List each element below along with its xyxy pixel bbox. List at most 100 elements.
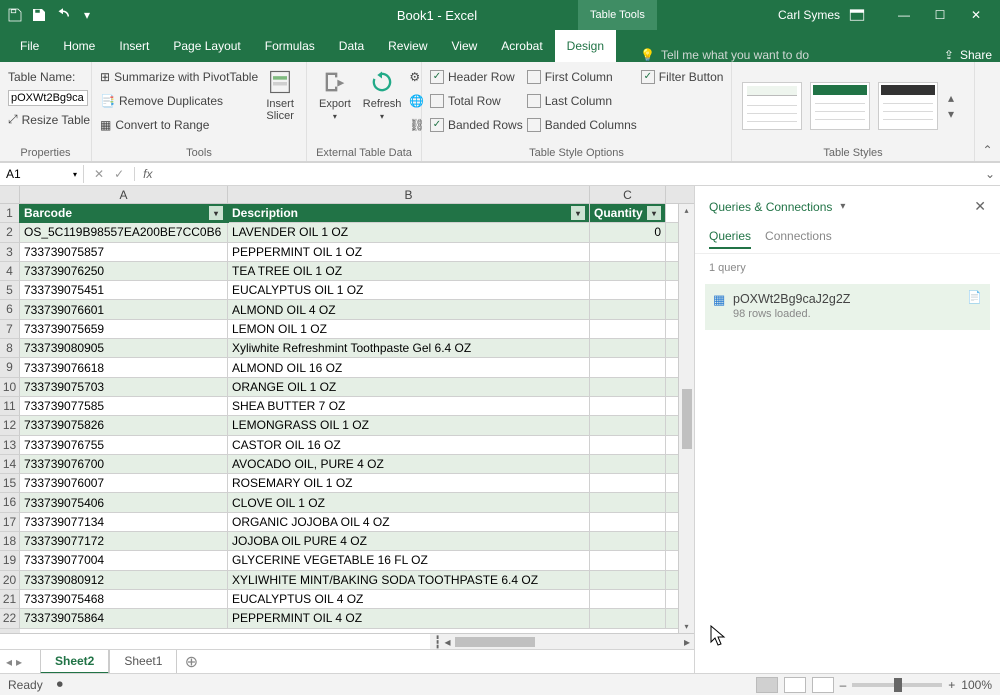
- row-header[interactable]: 11: [0, 397, 20, 416]
- redo-icon[interactable]: ▾: [78, 6, 96, 24]
- minimize-button[interactable]: —: [886, 0, 922, 30]
- ribbon-options-icon[interactable]: [848, 6, 866, 24]
- cell-quantity[interactable]: [590, 474, 666, 492]
- row-header[interactable]: 20: [0, 571, 20, 590]
- cell-quantity[interactable]: [590, 532, 666, 550]
- row-header[interactable]: 12: [0, 416, 20, 435]
- row-header[interactable]: 19: [0, 551, 20, 570]
- add-sheet-button[interactable]: ⊕: [177, 652, 205, 672]
- row-header[interactable]: 22: [0, 609, 20, 628]
- qc-close-button[interactable]: ✕: [974, 198, 986, 215]
- table-style-2[interactable]: [810, 82, 870, 130]
- row-header[interactable]: 21: [0, 590, 20, 609]
- horizontal-scrollbar[interactable]: ┇ ◂▸: [430, 634, 694, 649]
- last-column-check[interactable]: Last Column: [527, 90, 637, 111]
- row-header[interactable]: 5: [0, 281, 20, 300]
- summarize-pivot-button[interactable]: ⊞Summarize with PivotTable: [100, 66, 258, 87]
- cell-description[interactable]: LEMONGRASS OIL 1 OZ: [228, 416, 590, 434]
- cell-quantity[interactable]: [590, 281, 666, 299]
- row-header[interactable]: 2: [0, 223, 20, 242]
- cell-description[interactable]: ROSEMARY OIL 1 OZ: [228, 474, 590, 492]
- cell-quantity[interactable]: [590, 513, 666, 531]
- tab-data[interactable]: Data: [327, 30, 376, 62]
- cell-barcode[interactable]: 733739077004: [20, 551, 228, 569]
- close-button[interactable]: ✕: [958, 0, 994, 30]
- tab-acrobat[interactable]: Acrobat: [489, 30, 554, 62]
- cell-barcode[interactable]: 733739076007: [20, 474, 228, 492]
- cell-barcode[interactable]: 733739076755: [20, 436, 228, 454]
- cell-barcode[interactable]: 733739075703: [20, 378, 228, 396]
- row-header[interactable]: 3: [0, 243, 20, 262]
- zoom-slider[interactable]: [852, 683, 942, 687]
- cell-barcode[interactable]: 733739075451: [20, 281, 228, 299]
- expand-formula-button[interactable]: ⌄: [980, 167, 1000, 181]
- refresh-button[interactable]: Refresh▾: [359, 66, 406, 145]
- share-button[interactable]: ⇪ Share: [944, 48, 992, 62]
- cell-quantity[interactable]: [590, 262, 666, 280]
- row-header[interactable]: 1: [0, 204, 20, 223]
- cell-description[interactable]: AVOCADO OIL, PURE 4 OZ: [228, 455, 590, 473]
- cell-quantity[interactable]: [590, 416, 666, 434]
- row-header[interactable]: 17: [0, 513, 20, 532]
- row-header[interactable]: 7: [0, 320, 20, 339]
- cell-barcode[interactable]: 733739075857: [20, 243, 228, 261]
- query-item[interactable]: ▦ pOXWt2Bg9caJ2g2Z 98 rows loaded. 📄: [705, 284, 990, 330]
- vertical-scrollbar[interactable]: ▴▾: [678, 204, 694, 633]
- zoom-in-button[interactable]: +: [948, 678, 955, 692]
- cell-quantity[interactable]: [590, 339, 666, 357]
- tab-formulas[interactable]: Formulas: [253, 30, 327, 62]
- save-icon[interactable]: [30, 6, 48, 24]
- row-header[interactable]: 18: [0, 532, 20, 551]
- cell-quantity[interactable]: [590, 320, 666, 338]
- cell-description[interactable]: GLYCERINE VEGETABLE 16 FL OZ: [228, 551, 590, 569]
- tab-file[interactable]: File: [8, 30, 51, 62]
- filter-icon[interactable]: ▾: [571, 206, 585, 220]
- export-button[interactable]: Export▾: [315, 66, 355, 145]
- accept-formula-icon[interactable]: ✓: [114, 167, 124, 181]
- cell-description[interactable]: ORANGE OIL 1 OZ: [228, 378, 590, 396]
- cell-quantity[interactable]: [590, 609, 666, 627]
- cell-quantity[interactable]: 0: [590, 223, 666, 241]
- autosave-icon[interactable]: [6, 6, 24, 24]
- cell-quantity[interactable]: [590, 436, 666, 454]
- col-header-a[interactable]: A: [20, 186, 228, 203]
- cell-description[interactable]: TEA TREE OIL 1 OZ: [228, 262, 590, 280]
- cell-description[interactable]: ALMOND OIL 4 OZ: [228, 300, 590, 318]
- collapse-ribbon-button[interactable]: ⌃: [975, 62, 1000, 161]
- cell-quantity[interactable]: [590, 243, 666, 261]
- cell-description[interactable]: SHEA BUTTER 7 OZ: [228, 397, 590, 415]
- cell-description[interactable]: EUCALYPTUS OIL 4 OZ: [228, 590, 590, 608]
- maximize-button[interactable]: ☐: [922, 0, 958, 30]
- cell-description[interactable]: PEPPERMINT OIL 4 OZ: [228, 609, 590, 627]
- row-header[interactable]: 8: [0, 339, 20, 358]
- header-quantity[interactable]: Quantity▾: [590, 204, 666, 222]
- cell-description[interactable]: CASTOR OIL 16 OZ: [228, 436, 590, 454]
- row-header[interactable]: 10: [0, 378, 20, 397]
- cell-barcode[interactable]: 733739075659: [20, 320, 228, 338]
- cell-barcode[interactable]: 733739080912: [20, 571, 228, 589]
- table-style-1[interactable]: [742, 82, 802, 130]
- cell-description[interactable]: ORGANIC JOJOBA OIL 4 OZ: [228, 513, 590, 531]
- tab-review[interactable]: Review: [376, 30, 439, 62]
- row-header[interactable]: 16: [0, 493, 20, 512]
- macro-icon[interactable]: ⏺: [57, 677, 63, 692]
- convert-range-button[interactable]: ▦Convert to Range: [100, 114, 258, 135]
- name-box[interactable]: A1▾: [0, 165, 84, 183]
- query-edit-icon[interactable]: 📄: [967, 290, 982, 304]
- zoom-out-button[interactable]: –: [840, 678, 847, 692]
- cell-barcode[interactable]: OS_5C119B98557EA200BE7CC0B6: [20, 223, 228, 241]
- col-header-b[interactable]: B: [228, 186, 590, 203]
- undo-icon[interactable]: [54, 6, 72, 24]
- cell-barcode[interactable]: 733739075826: [20, 416, 228, 434]
- cell-quantity[interactable]: [590, 551, 666, 569]
- tab-view[interactable]: View: [440, 30, 490, 62]
- cell-barcode[interactable]: 733739075468: [20, 590, 228, 608]
- cell-barcode[interactable]: 733739077585: [20, 397, 228, 415]
- cell-description[interactable]: XYLIWHITE MINT/BAKING SODA TOOTHPASTE 6.…: [228, 571, 590, 589]
- zoom-level[interactable]: 100%: [961, 678, 992, 692]
- tab-home[interactable]: Home: [51, 30, 107, 62]
- row-header[interactable]: 6: [0, 300, 20, 319]
- sheet-tab-sheet1[interactable]: Sheet1: [109, 650, 177, 674]
- first-column-check[interactable]: First Column: [527, 66, 637, 87]
- cell-barcode[interactable]: 733739076618: [20, 358, 228, 376]
